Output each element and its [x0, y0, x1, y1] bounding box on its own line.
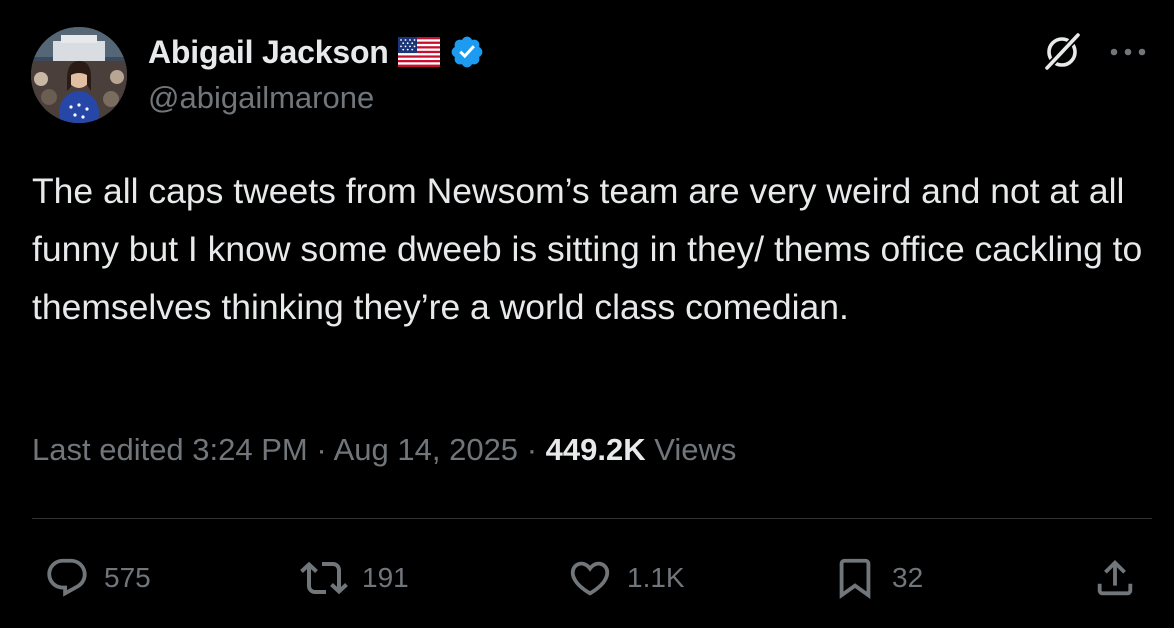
share-button[interactable] [1092, 555, 1138, 601]
tweet-text: The all caps tweets from Newsom’s team a… [32, 171, 1153, 327]
bookmark-count: 32 [892, 562, 924, 593]
meta-separator: · [526, 432, 538, 467]
grok-icon[interactable] [1040, 30, 1084, 74]
avatar[interactable] [31, 27, 127, 123]
views-label: Views [654, 432, 737, 467]
verified-badge-icon[interactable] [449, 34, 485, 70]
like-button[interactable]: 1.1K [567, 555, 685, 601]
author-name[interactable]: Abigail Jackson [148, 34, 389, 71]
reply-icon [44, 555, 90, 601]
author-name-row: Abigail Jackson [148, 32, 485, 72]
repost-button[interactable]: 191 [300, 555, 409, 601]
author-handle[interactable]: @abigailmarone [148, 80, 374, 116]
reply-button[interactable]: 575 [44, 555, 151, 601]
us-flag-icon [397, 37, 440, 67]
bookmark-icon [832, 555, 878, 601]
bookmark-button[interactable]: 32 [832, 555, 923, 601]
heart-icon [567, 555, 613, 601]
repost-count: 191 [362, 562, 409, 593]
repost-icon [300, 554, 348, 602]
tweet-time[interactable]: 3:24 PM [192, 432, 307, 467]
edited-label[interactable]: Last edited [32, 432, 184, 467]
divider [32, 518, 1152, 519]
meta-separator: · [316, 432, 327, 467]
more-options-icon[interactable] [1103, 30, 1153, 74]
views-count: 449.2K [545, 432, 646, 467]
share-icon [1092, 555, 1138, 601]
reply-count: 575 [104, 562, 151, 593]
tweet-date[interactable]: Aug 14, 2025 [334, 432, 518, 467]
tweet-meta: Last edited 3:24 PM · Aug 14, 2025 · 449… [32, 432, 736, 468]
tweet-card: Abigail Jackson @abigailmarone The all c… [0, 0, 1174, 628]
like-count: 1.1K [627, 562, 685, 593]
